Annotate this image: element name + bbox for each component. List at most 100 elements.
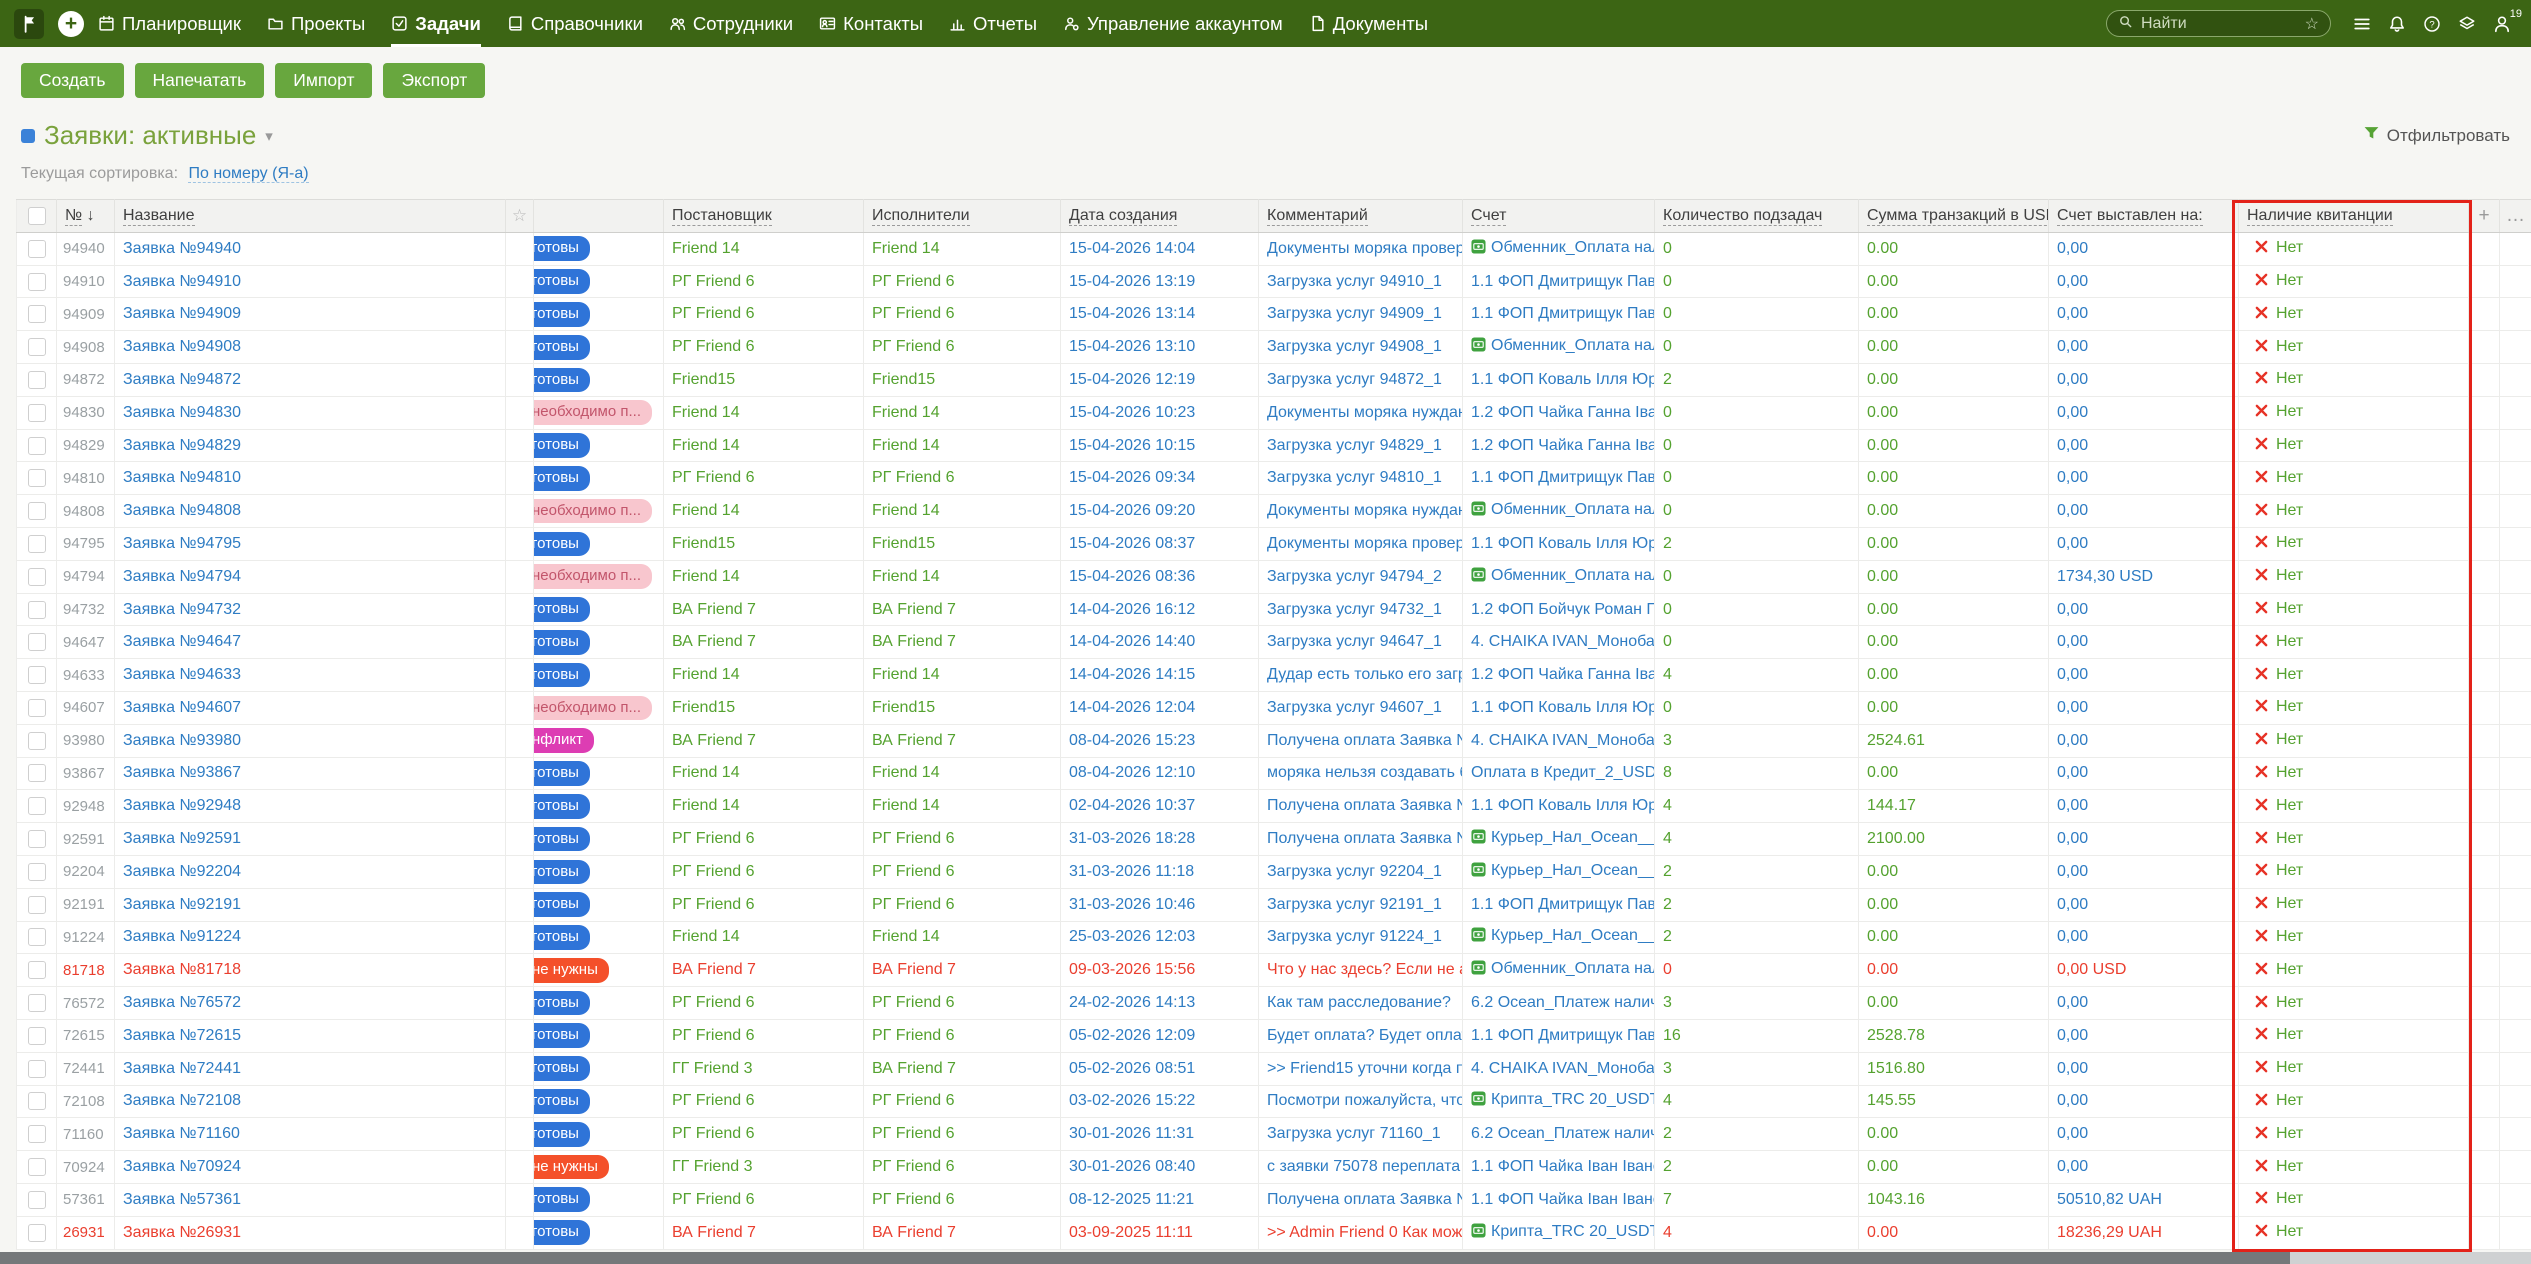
row-checkbox[interactable] — [28, 338, 46, 356]
export-button[interactable]: Экспорт — [383, 63, 485, 98]
owner-link[interactable]: ГГ Friend 3 — [672, 1158, 752, 1175]
task-link[interactable]: Заявка №93980 — [123, 732, 241, 749]
nav-item-contacts[interactable]: Контакты — [819, 0, 923, 47]
owner-link[interactable]: Friend 14 — [672, 568, 740, 585]
assignee-link[interactable]: РГ Friend 6 — [872, 273, 954, 290]
horizontal-scrollbar[interactable] — [0, 1252, 2531, 1264]
nav-item-account[interactable]: Управление аккаунтом — [1063, 0, 1283, 47]
select-all-checkbox[interactable] — [28, 207, 46, 225]
row-checkbox[interactable] — [28, 1027, 46, 1045]
col-header-assignee[interactable]: Исполнители — [864, 199, 1061, 232]
account-link[interactable]: Обменник_Оплата налич... — [1491, 239, 1655, 256]
owner-link[interactable]: РГ Friend 6 — [672, 830, 754, 847]
task-link[interactable]: Заявка №94909 — [123, 305, 241, 322]
task-link[interactable]: Заявка №94633 — [123, 666, 241, 683]
task-link[interactable]: Заявка №94794 — [123, 568, 241, 585]
account-link[interactable]: 1.1 ФОП Дмитрищук Павло ... — [1471, 305, 1655, 322]
owner-link[interactable]: РГ Friend 6 — [672, 305, 754, 322]
assignee-link[interactable]: Friend15 — [872, 535, 935, 552]
row-checkbox[interactable] — [28, 601, 46, 619]
account-link[interactable]: Крипта_TRC 20_USDT — [1491, 1091, 1655, 1108]
account-link[interactable]: Обменник_Оплата налич... — [1491, 501, 1655, 518]
row-checkbox[interactable] — [28, 830, 46, 848]
nav-item-employees[interactable]: Сотрудники — [669, 0, 793, 47]
row-checkbox[interactable] — [28, 1060, 46, 1078]
assignee-link[interactable]: Friend 14 — [872, 502, 940, 519]
owner-link[interactable]: РГ Friend 6 — [672, 1027, 754, 1044]
owner-link[interactable]: РГ Friend 6 — [672, 273, 754, 290]
assignee-link[interactable]: ВА Friend 7 — [872, 1224, 956, 1241]
account-link[interactable]: 1.1 ФОП Коваль Ілля Юрійо... — [1471, 535, 1655, 552]
account-link[interactable]: 1.1 ФОП Чайка Іван Іванови... — [1471, 1191, 1655, 1208]
app-logo[interactable] — [14, 9, 44, 39]
assignee-link[interactable]: ВА Friend 7 — [872, 633, 956, 650]
view-icon[interactable] — [21, 129, 35, 143]
owner-link[interactable]: Friend15 — [672, 535, 735, 552]
account-link[interactable]: Курьер_Нал_Ocean__USD — [1491, 927, 1655, 944]
task-link[interactable]: Заявка №94795 — [123, 535, 241, 552]
account-link[interactable]: 1.2 ФОП Чайка Ганна Іванів... — [1471, 404, 1655, 421]
owner-link[interactable]: Friend 14 — [672, 666, 740, 683]
task-link[interactable]: Заявка №91224 — [123, 928, 241, 945]
row-checkbox[interactable] — [28, 797, 46, 815]
owner-link[interactable]: РГ Friend 6 — [672, 1092, 754, 1109]
task-link[interactable]: Заявка №72441 — [123, 1060, 241, 1077]
menu-icon[interactable] — [2353, 15, 2371, 33]
account-link[interactable]: Обменник_Оплата налич... — [1491, 567, 1655, 584]
task-link[interactable]: Заявка №94808 — [123, 502, 241, 519]
row-checkbox[interactable] — [28, 502, 46, 520]
assignee-link[interactable]: Friend 14 — [872, 568, 940, 585]
quick-add-button[interactable]: + — [58, 11, 84, 37]
assignee-link[interactable]: Friend 14 — [872, 404, 940, 421]
col-header-billed[interactable]: Счет выставлен на: — [2049, 199, 2239, 232]
row-checkbox[interactable] — [28, 1191, 46, 1209]
assignee-link[interactable]: ВА Friend 7 — [872, 601, 956, 618]
row-checkbox[interactable] — [28, 994, 46, 1012]
row-checkbox[interactable] — [28, 240, 46, 258]
owner-link[interactable]: ВА Friend 7 — [672, 1224, 756, 1241]
assignee-link[interactable]: РГ Friend 6 — [872, 469, 954, 486]
row-checkbox[interactable] — [28, 633, 46, 651]
account-link[interactable]: 1.1 ФОП Коваль Ілля Юрійо... — [1471, 797, 1655, 814]
col-header-subtasks[interactable]: Количество подзадач — [1655, 199, 1859, 232]
nav-item-handbooks[interactable]: Справочники — [507, 0, 643, 47]
owner-link[interactable]: Friend 14 — [672, 797, 740, 814]
row-checkbox[interactable] — [28, 469, 46, 487]
task-link[interactable]: Заявка №92204 — [123, 863, 241, 880]
account-link[interactable]: 1.1 ФОП Дмитрищук Павло ... — [1471, 896, 1655, 913]
assignee-link[interactable]: Friend 14 — [872, 797, 940, 814]
assignee-link[interactable]: Friend15 — [872, 699, 935, 716]
account-link[interactable]: 1.2 ФОП Бойчук Роман Генн... — [1471, 601, 1655, 618]
assignee-link[interactable]: РГ Friend 6 — [872, 338, 954, 355]
account-link[interactable]: 1.1 ФОП Дмитрищук Павло ... — [1471, 273, 1655, 290]
owner-link[interactable]: Friend 14 — [672, 240, 740, 257]
account-link[interactable]: 4. CHAIKA IVAN_Монобанк_... — [1471, 732, 1655, 749]
import-button[interactable]: Импорт — [275, 63, 372, 98]
account-link[interactable]: Оплата в Кредит_2_USD — [1471, 764, 1655, 781]
task-link[interactable]: Заявка №70924 — [123, 1158, 241, 1175]
owner-link[interactable]: ВА Friend 7 — [672, 961, 756, 978]
owner-link[interactable]: РГ Friend 6 — [672, 338, 754, 355]
task-link[interactable]: Заявка №94810 — [123, 469, 241, 486]
row-checkbox[interactable] — [28, 928, 46, 946]
assignee-link[interactable]: Friend15 — [872, 371, 935, 388]
col-header-owner[interactable]: Постановщик — [664, 199, 864, 232]
owner-link[interactable]: ВА Friend 7 — [672, 732, 756, 749]
col-header-star[interactable]: ☆ — [506, 199, 534, 232]
account-link[interactable]: 1.2 ФОП Чайка Ганна Іванів... — [1471, 666, 1655, 683]
nav-item-tasks[interactable]: Задачи — [391, 0, 481, 47]
task-link[interactable]: Заявка №57361 — [123, 1191, 241, 1208]
assignee-link[interactable]: Friend 14 — [872, 437, 940, 454]
search-input[interactable]: Найти ☆ — [2106, 10, 2331, 37]
row-checkbox[interactable] — [28, 437, 46, 455]
owner-link[interactable]: ВА Friend 7 — [672, 633, 756, 650]
row-checkbox[interactable] — [28, 568, 46, 586]
row-checkbox[interactable] — [28, 371, 46, 389]
col-header-receipt[interactable]: Наличие квитанции — [2239, 199, 2469, 232]
account-link[interactable]: 1.2 ФОП Чайка Ганна Іванів... — [1471, 437, 1655, 454]
row-checkbox[interactable] — [28, 961, 46, 979]
row-checkbox[interactable] — [28, 404, 46, 422]
task-link[interactable]: Заявка №93867 — [123, 764, 241, 781]
row-checkbox[interactable] — [28, 1158, 46, 1176]
owner-link[interactable]: Friend 14 — [672, 404, 740, 421]
